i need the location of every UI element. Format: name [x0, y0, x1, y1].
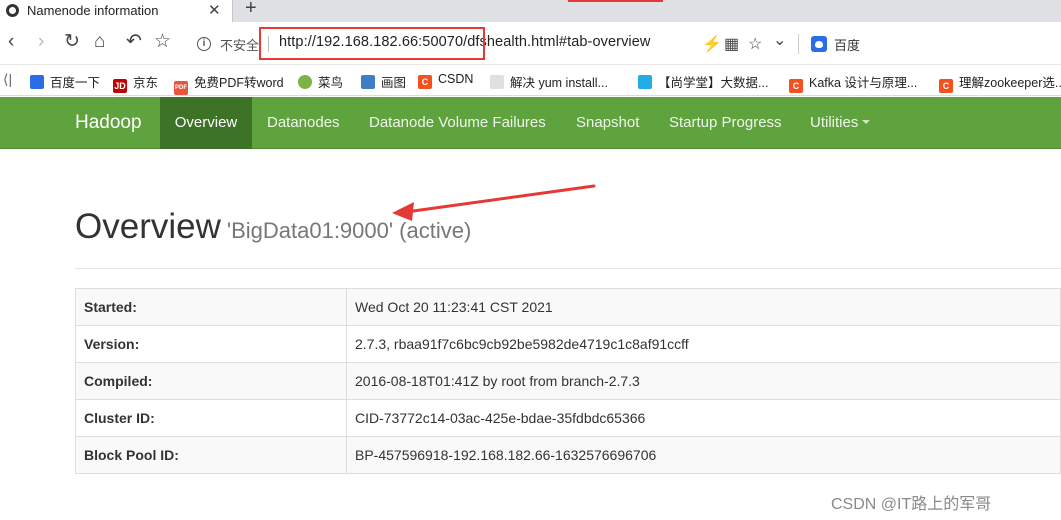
page-title: Overview — [75, 207, 221, 246]
bookmarks-collapse-icon[interactable]: ⟨| — [3, 71, 12, 88]
nav-datanodes[interactable]: Datanodes — [267, 97, 340, 149]
csdn-icon: C — [418, 75, 432, 89]
security-label[interactable]: 不安全 — [220, 35, 259, 54]
row-label: Version: — [75, 325, 347, 363]
row-value: Wed Oct 20 11:23:41 CST 2021 — [346, 288, 1061, 326]
table-row: Cluster ID: CID-73772c14-03ac-425e-bdae-… — [75, 399, 1061, 437]
tab-title: Namenode information — [27, 3, 159, 18]
table-row: Started: Wed Oct 20 11:23:41 CST 2021 — [75, 288, 1061, 326]
diagram-icon — [361, 75, 375, 89]
search-divider — [798, 34, 799, 54]
nav-startup-progress[interactable]: Startup Progress — [669, 97, 782, 149]
search-engine-label[interactable]: 百度 — [834, 35, 860, 54]
table-row: Version: 2.7.3, rbaa91f7c6bc9cb92be5982d… — [75, 325, 1061, 363]
browser-tab-strip: Namenode information ✕ + — [0, 0, 1061, 22]
forward-icon[interactable]: › — [38, 30, 44, 54]
bookmark-star-icon[interactable]: ☆ — [154, 30, 171, 54]
nav-utilities[interactable]: Utilities — [810, 97, 871, 149]
bookmark-item[interactable]: 菜鸟 — [298, 72, 343, 90]
nav-snapshot[interactable]: Snapshot — [576, 97, 639, 149]
table-row: Compiled: 2016-08-18T01:41Z by root from… — [75, 362, 1061, 400]
bolt-icon[interactable]: ⚡ — [702, 34, 722, 54]
qr-code-icon[interactable]: ▦ — [724, 34, 739, 54]
close-tab-icon[interactable]: ✕ — [208, 1, 221, 19]
bookmark-item[interactable]: C CSDN — [418, 72, 473, 90]
csdn-icon: C — [939, 79, 953, 93]
bookmark-item[interactable]: C 理解zookeeper选... — [939, 72, 1061, 93]
generic-page-icon — [490, 75, 504, 89]
header-divider — [75, 268, 1061, 269]
page-header: Overview 'BigData01:9000' (active) — [75, 207, 471, 247]
runoob-icon — [298, 75, 312, 89]
globe-icon — [6, 4, 19, 17]
tab-strip-accent — [568, 0, 663, 2]
new-tab-icon[interactable]: + — [245, 0, 257, 20]
pdf-icon: PDF — [174, 81, 188, 95]
browser-tab[interactable]: Namenode information ✕ — [0, 0, 233, 22]
row-value: 2.7.3, rbaa91f7c6bc9cb92be5982de4719c1c8… — [346, 325, 1061, 363]
csdn-watermark: CSDN @IT路上的军哥 — [831, 496, 992, 513]
baidu-search-icon[interactable] — [811, 36, 827, 52]
url-annotation-box — [259, 27, 485, 60]
site-info-icon[interactable]: i — [197, 37, 211, 51]
row-label: Compiled: — [75, 362, 347, 400]
row-label: Block Pool ID: — [75, 436, 347, 474]
bookmark-item[interactable]: JD 京东 — [113, 72, 158, 93]
bookmark-item[interactable]: C Kafka 设计与原理... — [789, 72, 917, 93]
bookmark-item[interactable]: 画图 — [361, 72, 406, 90]
brand-logo[interactable]: Hadoop — [75, 112, 142, 134]
bookmark-item[interactable]: PDF 免费PDF转word — [174, 72, 284, 95]
reload-icon[interactable]: ↻ — [64, 30, 80, 54]
chevron-down-icon[interactable]: ⌄ — [773, 30, 786, 50]
back-icon[interactable]: ‹ — [8, 30, 14, 54]
overview-table: Started: Wed Oct 20 11:23:41 CST 2021 Ve… — [75, 288, 1061, 474]
favorite-star-icon[interactable]: ☆ — [748, 34, 762, 54]
hadoop-navbar: Hadoop Overview Datanodes Datanode Volum… — [0, 97, 1061, 149]
undo-icon[interactable]: ↶ — [126, 30, 142, 54]
caret-down-icon — [862, 120, 871, 124]
bookmark-item[interactable]: 解决 yum install... — [490, 72, 608, 90]
jd-icon: JD — [113, 79, 127, 93]
row-value: 2016-08-18T01:41Z by root from branch-2.… — [346, 362, 1061, 400]
row-value: BP-457596918-192.168.182.66-163257669670… — [346, 436, 1061, 474]
bilibili-icon — [638, 75, 652, 89]
home-icon[interactable]: ⌂ — [94, 30, 105, 54]
bookmark-item[interactable]: 百度一下 — [30, 72, 100, 90]
row-label: Cluster ID: — [75, 399, 347, 437]
address-bar-row: ‹ › ↻ ⌂ ↶ ☆ i 不安全 http://192.168.182.66:… — [0, 22, 1061, 65]
table-row: Block Pool ID: BP-457596918-192.168.182.… — [75, 436, 1061, 474]
nav-datanode-volume-failures[interactable]: Datanode Volume Failures — [369, 97, 546, 149]
row-value: CID-73772c14-03ac-425e-bdae-35fdbdc65366 — [346, 399, 1061, 437]
bookmarks-bar: ⟨| 百度一下 JD 京东 PDF 免费PDF转word 菜鸟 画图 C CSDN 解… — [0, 65, 1061, 96]
bookmark-item[interactable]: 【尚学堂】大数据... — [638, 72, 768, 90]
nav-overview[interactable]: Overview — [160, 97, 252, 149]
csdn-icon: C — [789, 79, 803, 93]
namenode-status: 'BigData01:9000' (active) — [226, 218, 472, 243]
baidu-icon — [30, 75, 44, 89]
row-label: Started: — [75, 288, 347, 326]
